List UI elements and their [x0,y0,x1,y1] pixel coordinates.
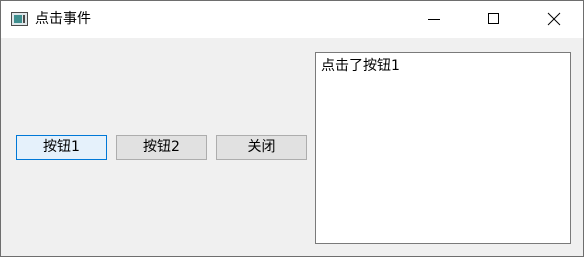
title-bar[interactable]: 点击事件 [1,1,583,38]
maximize-button[interactable] [471,1,517,38]
maximize-icon [488,13,499,24]
button-2[interactable]: 按钮2 [116,135,207,160]
close-window-button[interactable] [531,1,577,38]
close-icon [547,12,561,26]
client-area: 按钮1 按钮2 关闭 点击了按钮1 [1,38,583,256]
window-title: 点击事件 [35,11,91,27]
minimize-icon [428,19,440,20]
button-1[interactable]: 按钮1 [16,135,107,160]
minimize-button[interactable] [411,1,457,38]
close-button[interactable]: 关闭 [216,135,307,160]
output-textarea[interactable]: 点击了按钮1 [315,52,571,244]
window-icon [11,12,28,26]
app-window: 点击事件 按钮1 按钮2 关闭 点击了按钮1 [0,0,584,257]
